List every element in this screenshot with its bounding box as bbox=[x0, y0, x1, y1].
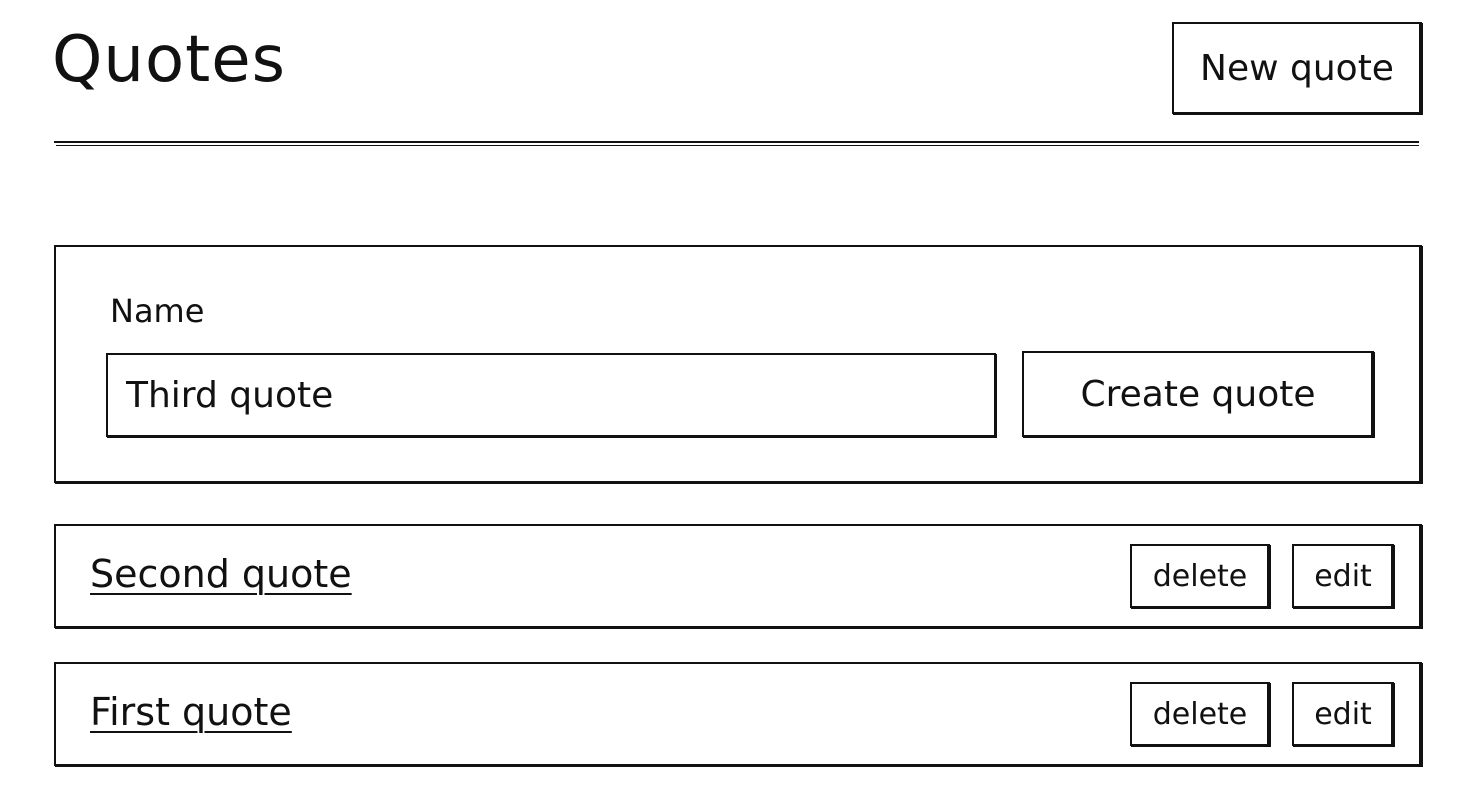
quote-link[interactable]: First quote bbox=[90, 690, 292, 736]
delete-button[interactable]: delete bbox=[1130, 682, 1270, 746]
header-divider-shadow bbox=[56, 145, 1419, 146]
create-quote-button[interactable]: Create quote bbox=[1022, 351, 1374, 437]
quote-row: First quote delete edit bbox=[54, 662, 1422, 766]
new-quote-form: Name Create quote bbox=[54, 245, 1422, 483]
new-quote-button[interactable]: New quote bbox=[1172, 22, 1422, 114]
quote-row: Second quote delete edit bbox=[54, 524, 1422, 628]
name-label: Name bbox=[110, 292, 205, 330]
delete-button[interactable]: delete bbox=[1130, 544, 1270, 608]
page-title: Quotes bbox=[52, 23, 286, 97]
quote-link[interactable]: Second quote bbox=[90, 552, 352, 598]
name-input[interactable] bbox=[106, 353, 996, 437]
edit-button[interactable]: edit bbox=[1292, 544, 1394, 608]
header-divider bbox=[54, 141, 1419, 143]
edit-button[interactable]: edit bbox=[1292, 682, 1394, 746]
